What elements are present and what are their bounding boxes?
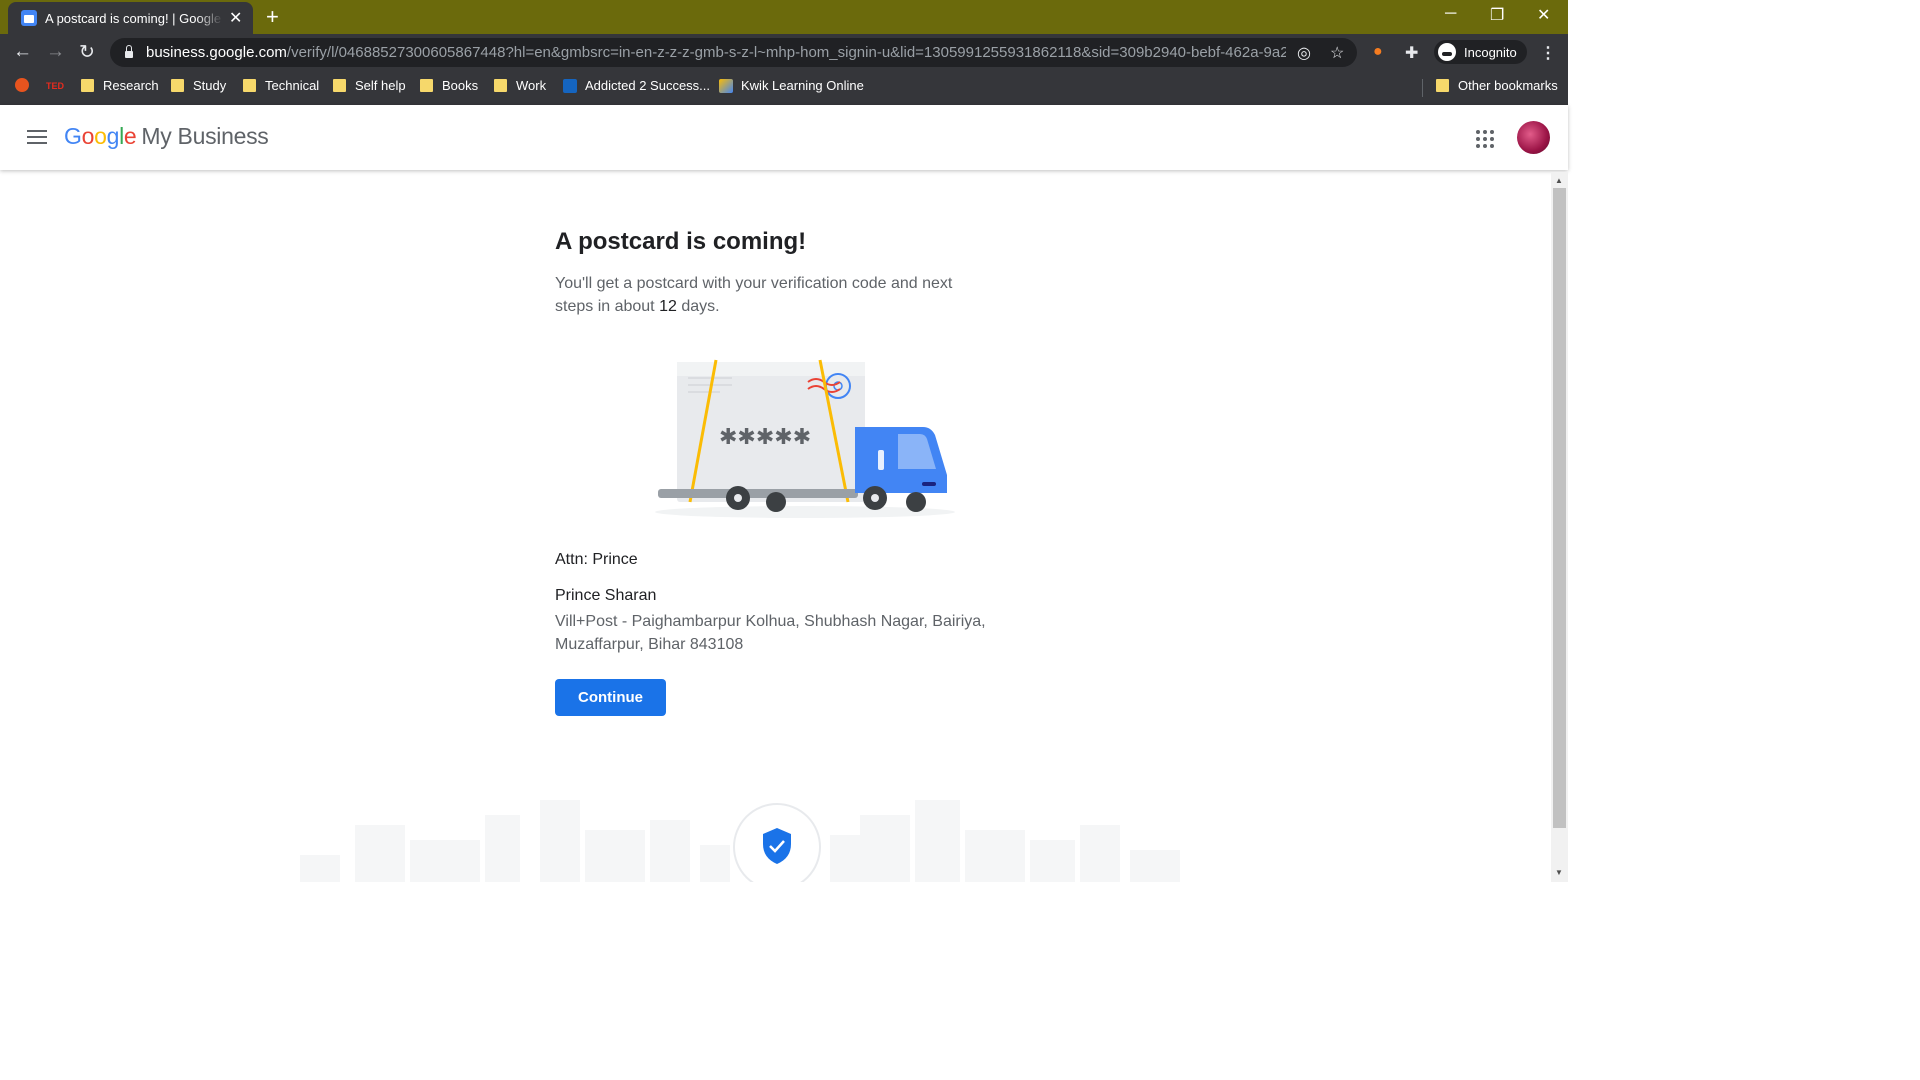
bookmark-folder[interactable]: Self help xyxy=(333,78,406,93)
incognito-profile-button[interactable]: Incognito xyxy=(1434,40,1527,64)
extension-fire-icon[interactable]: ● xyxy=(1373,43,1383,61)
folder-icon xyxy=(420,79,433,92)
minimize-button[interactable]: ─ xyxy=(1445,5,1456,23)
gmb-favicon-icon xyxy=(21,10,37,26)
folder-icon xyxy=(494,79,507,92)
folder-icon xyxy=(171,79,184,92)
postcard-truck-illustration: ✱✱✱✱✱ xyxy=(655,359,955,518)
days-count: 12 xyxy=(659,298,677,315)
bookmarks-divider xyxy=(1422,79,1423,97)
new-tab-button[interactable]: + xyxy=(266,4,279,30)
bookmark-star-icon[interactable]: ☆ xyxy=(1330,43,1344,63)
bookmarks-bar: TED Research Study Technical Self help B… xyxy=(0,71,1568,106)
scrollbar-thumb[interactable] xyxy=(1553,188,1566,828)
apps-grid-icon[interactable] xyxy=(1476,130,1494,148)
url-text[interactable]: business.google.com/verify/l/04688527300… xyxy=(146,44,1286,61)
recipient-address: Vill+Post - Paighambarpur Kolhua, Shubha… xyxy=(555,613,986,653)
bookmark-music-app[interactable] xyxy=(15,78,37,92)
avatar[interactable] xyxy=(1517,121,1550,154)
kwik-icon xyxy=(719,78,733,93)
incognito-label: Incognito xyxy=(1464,44,1517,60)
bookmark-link[interactable]: Kwik Learning Online xyxy=(719,78,864,93)
bookmark-link[interactable]: Addicted 2 Success... xyxy=(563,78,710,93)
page-title: A postcard is coming! xyxy=(555,228,807,255)
tab-title: A postcard is coming! | Google My Busine… xyxy=(45,10,223,26)
tab-close-icon[interactable]: ✕ xyxy=(229,8,242,28)
bookmark-folder[interactable]: Work xyxy=(494,78,546,93)
back-button[interactable]: ← xyxy=(13,41,32,63)
recipient-name: Prince Sharan xyxy=(555,587,657,604)
other-bookmarks[interactable]: Other bookmarks xyxy=(1436,78,1558,93)
folder-icon xyxy=(333,79,346,92)
scroll-up-icon[interactable]: ▲ xyxy=(1555,176,1563,185)
bookmark-folder[interactable]: Research xyxy=(81,78,159,93)
attention-line: Attn: Prince xyxy=(555,551,638,568)
cityscape-decoration xyxy=(300,800,1180,882)
bookmark-folder[interactable]: Books xyxy=(420,78,478,93)
site-icon xyxy=(563,78,577,93)
folder-icon xyxy=(81,79,94,92)
tracking-eye-off-icon[interactable]: ◎ xyxy=(1297,43,1311,63)
browser-menu-icon[interactable]: ⋮ xyxy=(1540,43,1556,63)
menu-icon[interactable] xyxy=(27,130,47,148)
extensions-puzzle-icon[interactable]: ✚ xyxy=(1405,43,1418,63)
bookmark-ted[interactable]: TED xyxy=(46,81,64,91)
page-subtitle: You'll get a postcard with your verifica… xyxy=(555,275,953,315)
forward-button[interactable]: → xyxy=(46,41,65,63)
folder-icon xyxy=(243,79,256,92)
google-my-business-logo[interactable]: Google My Business xyxy=(64,123,269,150)
address-bar[interactable]: business.google.com/verify/l/04688527300… xyxy=(110,38,1357,67)
lock-icon xyxy=(125,45,133,58)
window-close-button[interactable]: ✕ xyxy=(1537,5,1550,25)
folder-icon xyxy=(1436,79,1449,92)
browser-tab-strip: A postcard is coming! | Google My Busine… xyxy=(0,0,1568,34)
restore-button[interactable]: ❐ xyxy=(1490,5,1504,25)
app-header: Google My Business xyxy=(0,105,1568,170)
continue-button[interactable]: Continue xyxy=(555,679,666,716)
code-mask: ✱✱✱✱✱ xyxy=(719,425,811,450)
incognito-icon xyxy=(1438,43,1456,61)
browser-tab[interactable]: A postcard is coming! | Google My Busine… xyxy=(8,2,253,34)
verification-panel: A postcard is coming! You'll get a postc… xyxy=(555,228,1015,318)
bookmark-folder[interactable]: Technical xyxy=(243,78,319,93)
browser-toolbar: ← → ↻ business.google.com/verify/l/04688… xyxy=(0,34,1568,71)
page-scrollbar[interactable]: ▲ ▼ xyxy=(1551,172,1568,882)
music-app-icon xyxy=(15,78,29,92)
bookmark-folder[interactable]: Study xyxy=(171,78,226,93)
scroll-down-icon[interactable]: ▼ xyxy=(1555,868,1563,877)
reload-button[interactable]: ↻ xyxy=(79,41,95,64)
